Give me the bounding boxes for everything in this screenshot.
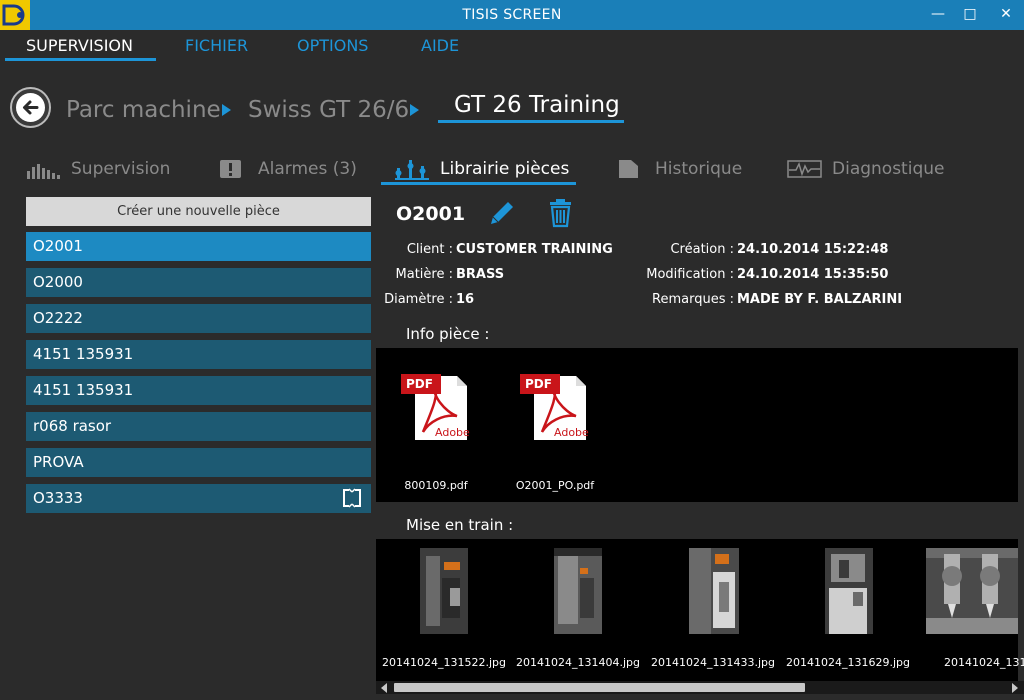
- photo-thumbnail[interactable]: [926, 548, 1018, 634]
- close-button[interactable]: ✕: [996, 4, 1016, 24]
- breadcrumb-separator-icon: [222, 104, 231, 116]
- edit-pencil-icon[interactable]: [487, 198, 517, 228]
- photo-thumbnail[interactable]: [825, 548, 873, 634]
- photo-file-name[interactable]: 20141024_131629.jpg: [784, 656, 912, 669]
- tab-diagnostique[interactable]: Diagnostique: [787, 157, 944, 181]
- file-name[interactable]: O2001_PO.pdf: [505, 479, 605, 492]
- tab-alarmes[interactable]: Alarmes (3): [219, 157, 357, 181]
- adobe-brand: Adobe: [435, 426, 470, 439]
- breadcrumb-parc-machine[interactable]: Parc machine: [66, 97, 221, 123]
- tab-label: Alarmes (3): [258, 159, 357, 179]
- tab-label: Historique: [655, 159, 743, 179]
- diagnostic-icon: [787, 160, 822, 178]
- creation-label: Création :: [670, 242, 734, 257]
- back-arrow-icon: [16, 93, 45, 122]
- remarques-label: Remarques :: [652, 292, 734, 307]
- back-button[interactable]: [10, 87, 51, 128]
- client-label: Client :: [406, 242, 453, 257]
- tab-historique[interactable]: Historique: [617, 157, 742, 181]
- create-part-button[interactable]: Créer une nouvelle pièce: [26, 197, 371, 226]
- creation-value: 24.10.2014 15:22:48: [737, 242, 889, 257]
- photo-thumbnail[interactable]: [689, 548, 739, 634]
- breadcrumb-current-indicator: [438, 120, 624, 123]
- pdf-badge: PDF: [406, 377, 433, 391]
- maximize-button[interactable]: □: [960, 4, 980, 24]
- info-piece-title: Info pièce :: [406, 325, 490, 343]
- part-list-item[interactable]: r068 rasor: [26, 412, 371, 441]
- pdf-file-icon[interactable]: PDF Adobe: [401, 372, 470, 442]
- part-title: O2001: [396, 203, 466, 225]
- tab-librairie-pieces[interactable]: Librairie pièces: [395, 157, 569, 181]
- menu-options[interactable]: OPTIONS: [297, 36, 368, 55]
- tab-active-indicator: [381, 182, 576, 185]
- part-list-item[interactable]: 4151 135931: [26, 340, 371, 369]
- menu-active-indicator: [5, 58, 156, 61]
- photo-file-name[interactable]: 20141024_131: [944, 656, 1024, 669]
- part-list-item[interactable]: O2001: [26, 232, 371, 261]
- scroll-right-icon[interactable]: [1012, 683, 1018, 693]
- photo-thumbnail[interactable]: [420, 548, 468, 634]
- menu-fichier[interactable]: FICHIER: [185, 36, 248, 55]
- minimize-button[interactable]: —: [928, 4, 948, 24]
- pdf-file-icon[interactable]: PDF Adobe: [520, 372, 589, 442]
- window-title: TISIS SCREEN: [462, 7, 562, 23]
- pdf-badge: PDF: [525, 377, 552, 391]
- delete-trash-icon[interactable]: [548, 198, 574, 228]
- mise-en-train-title: Mise en train :: [406, 516, 514, 534]
- scrollbar-thumb[interactable]: [394, 683, 805, 692]
- tab-label: Supervision: [71, 159, 171, 179]
- file-name[interactable]: 800109.pdf: [386, 479, 486, 492]
- modification-value: 24.10.2014 15:35:50: [737, 267, 889, 282]
- matiere-label: Matière :: [395, 267, 453, 282]
- history-icon: [619, 160, 638, 178]
- breadcrumb-current: GT 26 Training: [454, 92, 620, 118]
- modification-label: Modification :: [646, 267, 734, 282]
- photo-file-name[interactable]: 20141024_131433.jpg: [649, 656, 777, 669]
- client-value: CUSTOMER TRAINING: [456, 242, 613, 257]
- breadcrumb-separator-icon: [410, 104, 419, 116]
- tab-label: Librairie pièces: [440, 159, 570, 179]
- alert-icon: [220, 160, 241, 178]
- diametre-value: 16: [456, 292, 475, 307]
- tab-label: Diagnostique: [832, 159, 945, 179]
- photo-file-name[interactable]: 20141024_131404.jpg: [514, 656, 642, 669]
- diametre-label: Diamètre :: [384, 292, 453, 307]
- part-list-item-o3333[interactable]: O3333: [26, 484, 371, 513]
- tab-supervision[interactable]: Supervision: [26, 157, 170, 181]
- breadcrumb-swiss-gt[interactable]: Swiss GT 26/6: [248, 97, 409, 123]
- scroll-left-icon[interactable]: [381, 683, 387, 693]
- part-list-item[interactable]: O2222: [26, 304, 371, 333]
- remarques-value: MADE BY F. BALZARINI: [737, 292, 903, 307]
- transfer-icon[interactable]: [341, 487, 363, 509]
- matiere-value: BRASS: [456, 267, 505, 282]
- part-list-item[interactable]: O2000: [26, 268, 371, 297]
- part-list-item-label: O3333: [33, 489, 83, 507]
- photo-file-name[interactable]: 20141024_131522.jpg: [380, 656, 508, 669]
- part-list-item[interactable]: 4151 135931: [26, 376, 371, 405]
- menu-supervision[interactable]: SUPERVISION: [26, 36, 133, 55]
- photo-thumbnail[interactable]: [554, 548, 602, 634]
- parts-library-icon: [395, 160, 429, 180]
- adobe-brand: Adobe: [554, 426, 589, 439]
- part-list-item[interactable]: PROVA: [26, 448, 371, 477]
- menu-aide[interactable]: AIDE: [421, 36, 459, 55]
- bars-chart-icon: [27, 164, 60, 179]
